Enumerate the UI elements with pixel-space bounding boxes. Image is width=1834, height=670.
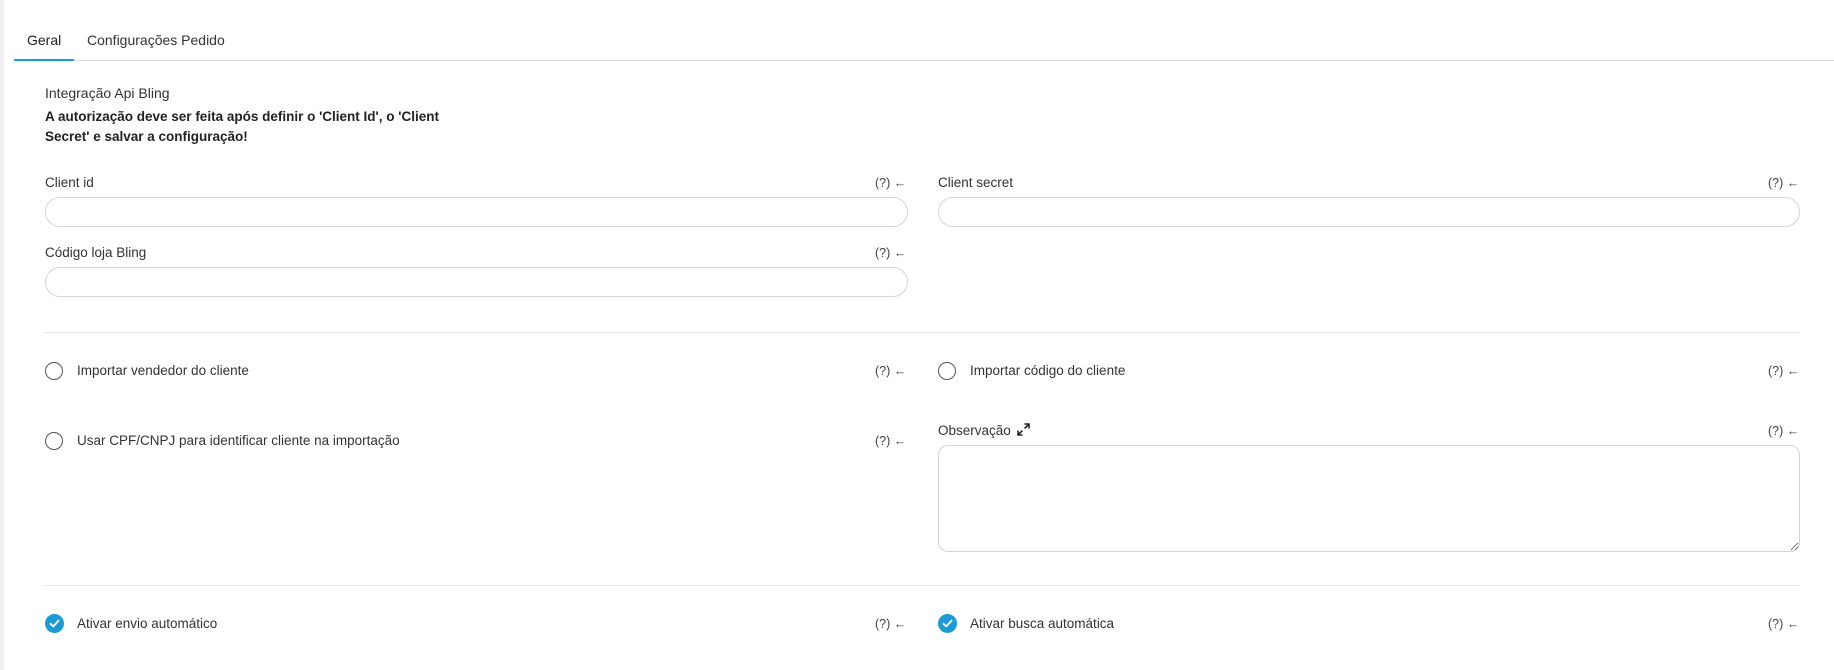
tab-bar: Geral Configurações Pedido [14,0,1834,61]
left-rail [0,0,4,670]
observacao-textarea[interactable] [938,445,1800,552]
client-id-label: Client id [45,175,94,190]
codigo-loja-input[interactable] [45,267,908,297]
tab-configuracoes-pedido[interactable]: Configurações Pedido [74,32,238,59]
checkmark-icon [942,619,953,628]
observacao-help[interactable]: (?) ← [1768,424,1799,438]
usar-cpf-cnpj-help[interactable]: (?) ← [875,434,906,448]
section-title: Integração Api Bling [45,85,170,101]
client-id-help[interactable]: (?) ← [875,176,906,190]
ativar-busca-toggle[interactable] [938,614,957,633]
importar-codigo-toggle[interactable] [938,362,956,380]
client-secret-help[interactable]: (?) ← [1768,176,1799,190]
observacao-label: Observação [938,423,1011,438]
usar-cpf-cnpj-toggle[interactable] [45,432,63,450]
tab-geral[interactable]: Geral [14,32,75,61]
divider-1 [45,332,1800,333]
expand-arrows-icon[interactable] [1017,423,1030,440]
importar-codigo-label[interactable]: Importar código do cliente [970,363,1125,378]
client-secret-label: Client secret [938,175,1014,190]
divider-2 [45,585,1800,586]
importar-vendedor-help[interactable]: (?) ← [875,364,906,378]
authorization-notice: A autorização deve ser feita após defini… [45,109,439,144]
codigo-loja-label: Código loja Bling [45,245,147,260]
ativar-envio-help[interactable]: (?) ← [875,617,906,631]
importar-vendedor-toggle[interactable] [45,362,63,380]
usar-cpf-cnpj-label[interactable]: Usar CPF/CNPJ para identificar cliente n… [77,433,400,448]
ativar-envio-toggle[interactable] [45,614,64,633]
codigo-loja-help[interactable]: (?) ← [875,246,906,260]
ativar-envio-label[interactable]: Ativar envio automático [77,616,217,631]
ativar-busca-help[interactable]: (?) ← [1768,617,1799,631]
checkmark-icon [49,619,60,628]
client-id-input[interactable] [45,197,908,227]
ativar-busca-label[interactable]: Ativar busca automática [970,616,1114,631]
importar-vendedor-label[interactable]: Importar vendedor do cliente [77,363,249,378]
importar-codigo-help[interactable]: (?) ← [1768,364,1799,378]
client-secret-input[interactable] [938,197,1800,227]
